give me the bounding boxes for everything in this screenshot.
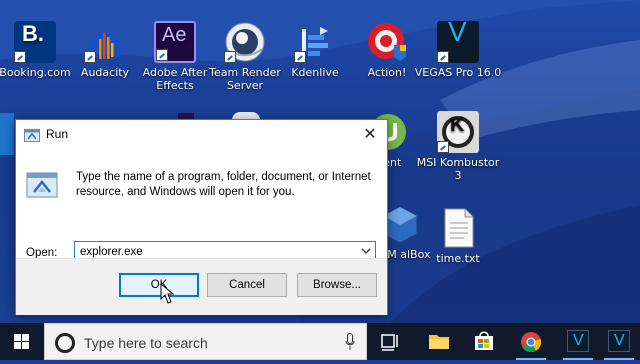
run-body: Type the name of a program, folder, docu… bbox=[16, 148, 387, 264]
action-icon bbox=[366, 21, 408, 63]
vegas-pro-taskbar-button-2[interactable]: V bbox=[598, 323, 640, 360]
team-render-icon bbox=[224, 21, 266, 63]
chrome-icon bbox=[521, 332, 542, 353]
microphone-icon[interactable] bbox=[345, 333, 355, 351]
run-title: Run bbox=[46, 127, 69, 141]
kdenlive-icon bbox=[294, 21, 336, 63]
mouse-cursor-icon bbox=[160, 283, 174, 304]
store-button[interactable] bbox=[463, 323, 505, 360]
cancel-button[interactable]: Cancel bbox=[207, 273, 287, 297]
start-button[interactable] bbox=[0, 323, 44, 360]
run-icon bbox=[24, 127, 40, 142]
vegas-pro-icon: V bbox=[608, 330, 630, 352]
run-titlebar[interactable]: Run ✕ bbox=[16, 120, 387, 148]
file-explorer-button[interactable] bbox=[418, 323, 460, 360]
desktop-icon-partial[interactable] bbox=[0, 113, 14, 155]
task-view-icon bbox=[381, 334, 398, 351]
desktop-icon-vegas-pro[interactable]: V VEGAS Pro 16.0 bbox=[414, 18, 502, 80]
taskbar-search-box[interactable]: Type here to search bbox=[44, 323, 367, 360]
vegas-pro-icon: V bbox=[437, 18, 479, 63]
run-dialog: Run ✕ Type the name of a program, folder… bbox=[15, 119, 388, 315]
ok-button[interactable]: OK bbox=[119, 273, 199, 297]
desktop-icon-label: VEGAS Pro 16.0 bbox=[414, 66, 502, 79]
close-icon[interactable]: ✕ bbox=[357, 122, 383, 146]
run-description: Type the name of a program, folder, docu… bbox=[76, 171, 371, 198]
folder-icon bbox=[429, 335, 449, 349]
booking-icon: B. bbox=[14, 21, 56, 63]
store-icon bbox=[475, 331, 493, 350]
chrome-button[interactable] bbox=[510, 323, 552, 360]
kombustor-icon: K bbox=[437, 111, 479, 153]
browse-button[interactable]: Browse... bbox=[297, 273, 377, 297]
cortana-icon bbox=[55, 333, 75, 353]
run-footer: OK Cancel Browse... bbox=[16, 258, 387, 315]
vegas-pro-taskbar-button[interactable]: V bbox=[557, 323, 599, 360]
run-app-icon bbox=[26, 170, 60, 200]
audacity-icon bbox=[84, 21, 126, 63]
after-effects-icon: Ae bbox=[154, 21, 196, 63]
task-view-button[interactable] bbox=[369, 323, 411, 360]
chevron-down-icon[interactable] bbox=[361, 245, 371, 258]
open-input[interactable]: explorer.exe bbox=[80, 246, 143, 258]
search-placeholder: Type here to search bbox=[84, 335, 208, 351]
taskbar: Type here to search V V bbox=[0, 323, 640, 360]
vegas-pro-icon: V bbox=[567, 330, 589, 352]
windows-logo-icon bbox=[14, 334, 29, 349]
